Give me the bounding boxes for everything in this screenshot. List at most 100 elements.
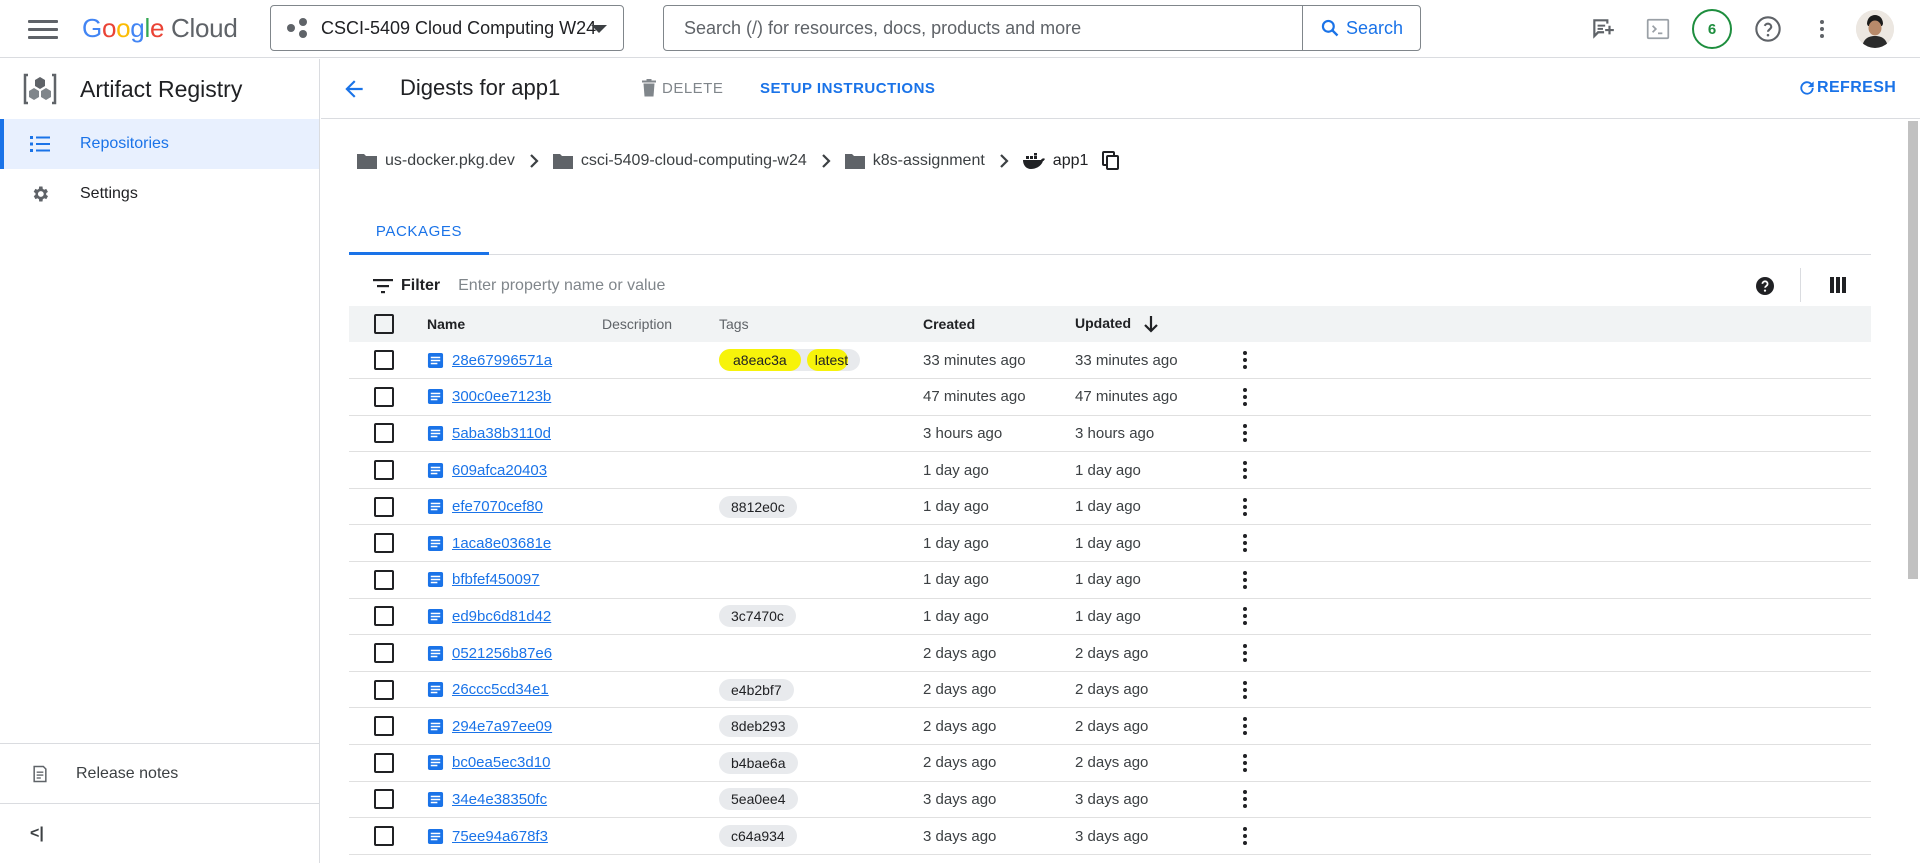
row-actions-icon[interactable] xyxy=(1235,716,1255,737)
row-actions-icon[interactable] xyxy=(1235,350,1255,371)
row-actions-icon[interactable] xyxy=(1235,496,1255,517)
row-actions-icon[interactable] xyxy=(1235,826,1255,847)
delete-button[interactable]: DELETE xyxy=(641,79,723,97)
tab-packages[interactable]: PACKAGES xyxy=(349,211,489,255)
row-checkbox[interactable] xyxy=(374,533,394,554)
row-checkbox[interactable] xyxy=(374,826,394,847)
project-selector[interactable]: CSCI-5409 Cloud Computing W24 xyxy=(270,5,624,51)
row-actions-icon[interactable] xyxy=(1235,679,1255,700)
tag-chip[interactable]: e4b2bf7 xyxy=(719,678,794,701)
tag-chip[interactable]: c64a934 xyxy=(719,825,797,848)
help-icon[interactable] xyxy=(1752,13,1784,45)
tag-chip[interactable]: 8812e0c xyxy=(719,495,797,518)
digest-link[interactable]: 609afca20403 xyxy=(427,462,602,479)
column-header-created[interactable]: Created xyxy=(923,306,1075,342)
column-header-name[interactable]: Name xyxy=(427,306,602,342)
copy-icon[interactable] xyxy=(1102,151,1120,171)
digest-link[interactable]: 5aba38b3110d xyxy=(427,425,602,442)
table-row[interactable]: 300c0ee7123b 47 minutes ago 47 minutes a… xyxy=(349,379,1871,416)
digest-link[interactable]: 28e67996571a xyxy=(427,352,602,369)
row-checkbox[interactable] xyxy=(374,460,394,481)
filter-input[interactable] xyxy=(458,277,1059,295)
row-actions-icon[interactable] xyxy=(1235,789,1255,810)
table-row[interactable]: 26ccc5cd34e1 e4b2bf7 2 days ago 2 days a… xyxy=(349,671,1871,708)
row-actions-icon[interactable] xyxy=(1235,752,1255,773)
column-display-options-icon[interactable] xyxy=(1829,276,1847,299)
scrollbar[interactable] xyxy=(1908,121,1918,579)
more-options-icon[interactable] xyxy=(1806,13,1838,45)
table-row[interactable]: 609afca20403 1 day ago 1 day ago xyxy=(349,452,1871,489)
row-checkbox[interactable] xyxy=(374,752,394,773)
tag-chip[interactable]: 8deb293 xyxy=(719,715,798,738)
table-row[interactable]: 28e67996571a a8eac3a latest 33 minutes ag… xyxy=(349,342,1871,379)
breadcrumb-repository[interactable]: k8s-assignment xyxy=(844,152,985,170)
table-row[interactable]: ed9bc6d81d42 3c7470c 1 day ago 1 day ago xyxy=(349,598,1871,635)
table-row[interactable]: efe7070cef80 8812e0c 1 day ago 1 day ago xyxy=(349,488,1871,525)
table-row[interactable]: 1aca8e03681e 1 day ago 1 day ago xyxy=(349,525,1871,562)
row-checkbox[interactable] xyxy=(374,386,394,407)
breadcrumb-host[interactable]: us-docker.pkg.dev xyxy=(357,152,515,170)
row-checkbox[interactable] xyxy=(374,423,394,444)
row-checkbox[interactable] xyxy=(374,350,394,371)
row-actions-icon[interactable] xyxy=(1235,606,1255,627)
row-checkbox[interactable] xyxy=(374,643,394,664)
feedback-icon[interactable] xyxy=(1587,13,1619,45)
digest-link[interactable]: 34e4e38350fc xyxy=(427,791,602,808)
breadcrumb-project[interactable]: csci-5409-cloud-computing-w24 xyxy=(552,152,807,170)
sidebar-item-repositories[interactable]: Repositories xyxy=(0,119,319,169)
sidebar-item-settings[interactable]: Settings xyxy=(0,169,319,219)
main-menu-icon[interactable] xyxy=(28,17,58,41)
table-row[interactable]: 294e7a97ee09 8deb293 2 days ago 2 days a… xyxy=(349,708,1871,745)
row-actions-icon[interactable] xyxy=(1235,423,1255,444)
digest-link[interactable]: efe7070cef80 xyxy=(427,498,602,515)
filter-button[interactable]: Filter xyxy=(373,277,440,295)
cloud-shell-icon[interactable] xyxy=(1642,13,1674,45)
digest-link[interactable]: 0521256b87e6 xyxy=(427,645,602,662)
digest-link[interactable]: 1aca8e03681e xyxy=(427,535,602,552)
refresh-button[interactable]: REFRESH xyxy=(1797,78,1896,98)
digest-link[interactable]: 75ee94a678f3 xyxy=(427,828,602,845)
google-cloud-logo[interactable]: Google Cloud xyxy=(82,13,238,44)
row-actions-icon[interactable] xyxy=(1235,643,1255,664)
select-all-checkbox[interactable] xyxy=(374,314,394,334)
notifications-badge[interactable]: 6 xyxy=(1692,9,1732,49)
search-input[interactable] xyxy=(664,6,1302,50)
table-row[interactable]: 5aba38b3110d 3 hours ago 3 hours ago xyxy=(349,415,1871,452)
row-checkbox[interactable] xyxy=(374,496,394,517)
table-row[interactable]: bfbfef450097 1 day ago 1 day ago xyxy=(349,562,1871,599)
column-header-description[interactable]: Description xyxy=(602,306,719,342)
back-arrow-icon[interactable] xyxy=(341,76,367,107)
row-actions-icon[interactable] xyxy=(1235,569,1255,590)
row-checkbox[interactable] xyxy=(374,569,394,590)
release-notes-link[interactable]: Release notes xyxy=(0,743,319,803)
row-actions-icon[interactable] xyxy=(1235,533,1255,554)
table-row[interactable]: 34e4e38350fc 5ea0ee4 3 days ago 3 days a… xyxy=(349,781,1871,818)
digest-link[interactable]: 300c0ee7123b xyxy=(427,388,602,405)
collapse-sidebar-button[interactable]: <| xyxy=(0,803,319,863)
row-checkbox[interactable] xyxy=(374,679,394,700)
digest-link[interactable]: bc0ea5ec3d10 xyxy=(427,754,602,771)
tag-chip[interactable]: a8eac3a latest xyxy=(719,349,861,372)
table-row[interactable]: 75ee94a678f3 c64a934 3 days ago 3 days a… xyxy=(349,818,1871,855)
tag-chip[interactable]: 5ea0ee4 xyxy=(719,788,798,811)
digest-link[interactable]: 294e7a97ee09 xyxy=(427,718,602,735)
search-button[interactable]: Search xyxy=(1302,6,1420,50)
column-header-tags[interactable]: Tags xyxy=(719,306,923,342)
column-header-updated[interactable]: Updated xyxy=(1075,306,1235,342)
table-row[interactable]: 0521256b87e6 2 days ago 2 days ago xyxy=(349,635,1871,672)
setup-instructions-button[interactable]: SETUP INSTRUCTIONS xyxy=(760,80,935,97)
digest-link[interactable]: bfbfef450097 xyxy=(427,571,602,588)
row-checkbox[interactable] xyxy=(374,716,394,737)
row-actions-icon[interactable] xyxy=(1235,460,1255,481)
help-icon[interactable] xyxy=(1755,276,1775,301)
digest-link[interactable]: 26ccc5cd34e1 xyxy=(427,681,602,698)
digest-link[interactable]: ed9bc6d81d42 xyxy=(427,608,602,625)
row-checkbox[interactable] xyxy=(374,606,394,627)
avatar[interactable] xyxy=(1856,10,1894,48)
tag-chip[interactable]: b4bae6a xyxy=(719,751,798,774)
row-checkbox[interactable] xyxy=(374,789,394,810)
tag-chip[interactable]: 3c7470c xyxy=(719,605,796,628)
updated-cell: 2 days ago xyxy=(1075,681,1149,699)
row-actions-icon[interactable] xyxy=(1235,386,1255,407)
table-row[interactable]: bc0ea5ec3d10 b4bae6a 2 days ago 2 days a… xyxy=(349,745,1871,782)
